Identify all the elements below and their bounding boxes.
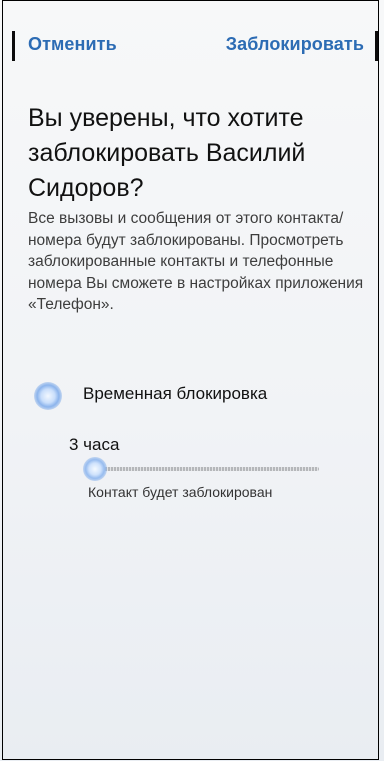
action-bar: Отменить Заблокировать — [3, 1, 378, 91]
dialog-frame: Отменить Заблокировать Вы уверены, что х… — [2, 0, 379, 760]
temporary-block-radio[interactable] — [34, 382, 62, 410]
temporary-block-option[interactable]: Временная блокировка — [28, 377, 358, 413]
cancel-button[interactable]: Отменить — [28, 34, 117, 55]
slider-track[interactable] — [93, 467, 319, 471]
dialog-description: Все вызовы и сообщения от этого контакта… — [28, 210, 364, 313]
slider-caption: Контакт будет заблокирован — [88, 484, 273, 500]
slider-thumb[interactable] — [83, 457, 107, 481]
duration-slider[interactable] — [83, 457, 319, 481]
temporary-block-label: Временная блокировка — [83, 384, 268, 403]
left-edge-marker — [12, 31, 15, 61]
right-edge-marker — [375, 31, 378, 61]
block-button[interactable]: Заблокировать — [226, 34, 364, 55]
dialog-title: Вы уверены, что хотите заблокировать Вас… — [28, 104, 306, 202]
duration-label: 3 часа — [69, 435, 120, 454]
